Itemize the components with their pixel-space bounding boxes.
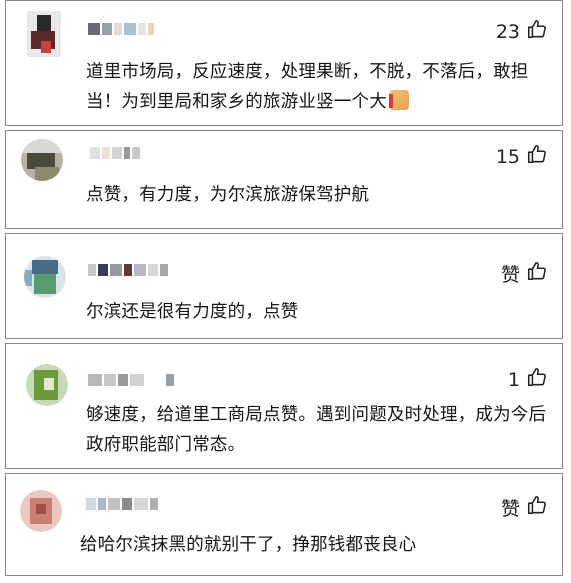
like-control[interactable]: 15 bbox=[496, 143, 548, 170]
thumbs-up-icon[interactable] bbox=[526, 143, 548, 170]
username-blurred[interactable] bbox=[88, 21, 154, 37]
comment-card: 15 点赞，有力度，为尔滨旅游保驾护航 bbox=[5, 130, 563, 229]
avatar[interactable] bbox=[24, 256, 66, 298]
thumbs-up-icon[interactable] bbox=[526, 494, 548, 521]
like-control[interactable]: 23 bbox=[496, 18, 548, 45]
like-count: 15 bbox=[495, 145, 520, 168]
like-count: 1 bbox=[507, 368, 520, 391]
avatar[interactable] bbox=[21, 139, 63, 181]
like-control[interactable]: 1 bbox=[508, 366, 548, 393]
like-control[interactable]: 赞 bbox=[501, 260, 548, 287]
thumbs-up-icon[interactable] bbox=[526, 366, 548, 393]
username-blurred[interactable] bbox=[86, 496, 158, 512]
comment-card: 赞 给哈尔滨抹黑的就别干了，挣那钱都丧良心 bbox=[5, 473, 563, 576]
comment-card: 1 够速度，给道里工商局点赞。遇到问题及时处理，成为今后政府职能部门常态。 bbox=[5, 343, 563, 469]
comment-card: 赞 尔滨还是很有力度的，点赞 bbox=[5, 233, 563, 339]
comment-text: 点赞，有力度，为尔滨旅游保驾护航 bbox=[86, 185, 370, 205]
comment-text: 给哈尔滨抹黑的就别干了，挣那钱都丧良心 bbox=[80, 535, 417, 555]
username-blurred[interactable] bbox=[88, 262, 168, 278]
like-control[interactable]: 赞 bbox=[501, 494, 548, 521]
thumbs-up-icon[interactable] bbox=[526, 260, 548, 287]
thumbs-up-icon[interactable] bbox=[526, 18, 548, 45]
avatar[interactable] bbox=[26, 364, 68, 406]
avatar[interactable] bbox=[27, 11, 61, 57]
like-count: 23 bbox=[495, 20, 520, 43]
comment-text: 道里市场局，反应速度，处理果断，不脱，不落后，敢担当！为到里局和家乡的旅游业竖一… bbox=[86, 62, 529, 112]
like-label: 赞 bbox=[500, 264, 520, 286]
comment-text: 尔滨还是很有力度的，点赞 bbox=[86, 302, 299, 322]
avatar[interactable] bbox=[20, 490, 62, 532]
thumbs-up-emoji-icon bbox=[388, 90, 409, 110]
like-label: 赞 bbox=[500, 498, 520, 520]
username-blurred[interactable] bbox=[88, 372, 174, 388]
username-blurred[interactable] bbox=[90, 145, 140, 161]
comment-card: 23 道里市场局，反应速度，处理果断，不脱，不落后，敢担当！为到里局和家乡的旅游… bbox=[5, 0, 563, 126]
comment-text: 够速度，给道里工商局点赞。遇到问题及时处理，成为今后政府职能部门常态。 bbox=[86, 405, 547, 455]
